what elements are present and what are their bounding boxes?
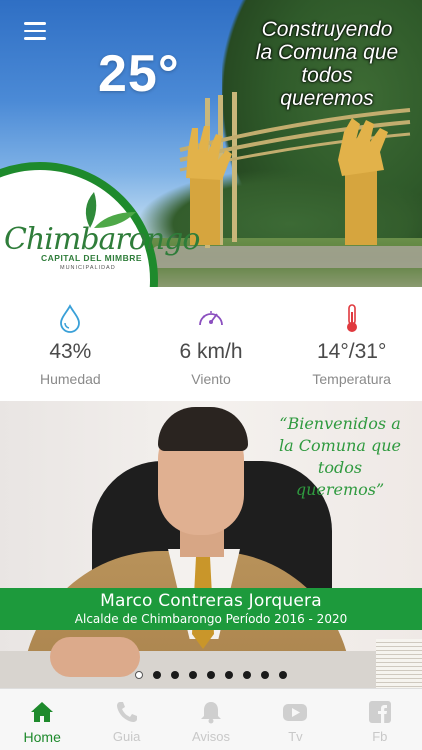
slider-dot[interactable] [261, 671, 269, 679]
mayor-banner-slider[interactable]: “Bienvenidos a la Comuna que todos quere… [0, 401, 422, 688]
weather-temperature: 14°/31° Temperatura [281, 287, 422, 401]
weather-humidity: 43% Humedad [0, 287, 141, 401]
hamburger-menu-icon[interactable] [24, 22, 48, 42]
wind-label: Viento [191, 371, 231, 387]
tab-home-label: Home [23, 729, 61, 745]
mayor-hair [158, 407, 248, 451]
humidity-label: Humedad [39, 371, 101, 387]
humidity-value: 43% [49, 340, 92, 363]
slider-dot[interactable] [279, 671, 287, 679]
slider-dot[interactable] [171, 671, 179, 679]
slogan-text: Construyendo la Comuna que todos queremo… [255, 18, 399, 110]
tab-fb[interactable]: Fb [338, 689, 422, 750]
tab-tv-label: Tv [288, 729, 303, 744]
mayor-name: Marco Contreras Jorquera [100, 591, 322, 611]
temperature-label: Temperatura [312, 371, 391, 387]
hero-header: 25° Construyendo la Comuna que todos que… [0, 0, 422, 287]
logo-name: Chimbarongo [4, 222, 200, 257]
mayor-title: Alcalde de Chimbarongo Período 2016 - 20… [74, 612, 348, 626]
tab-avisos-label: Avisos [191, 729, 231, 744]
tab-tv[interactable]: Tv [253, 689, 337, 750]
mayor-name-band: Marco Contreras Jorquera Alcalde de Chim… [0, 588, 422, 630]
temperature-range-value: 14°/31° [317, 340, 387, 363]
youtube-icon [283, 704, 308, 721]
welcome-quote: “Bienvenidos a la Comuna que todos quere… [278, 414, 402, 499]
tab-avisos[interactable]: Avisos [169, 689, 253, 750]
current-temperature: 25° [98, 45, 180, 103]
weather-wind: 6 km/h Viento [141, 287, 282, 401]
speedometer-icon [199, 311, 223, 326]
slider-dot[interactable] [153, 671, 161, 679]
slider-dot[interactable] [207, 671, 215, 679]
tab-home[interactable]: Home [0, 689, 84, 750]
wind-value: 6 km/h [179, 340, 243, 363]
bottom-tab-bar: Home Guia Avisos Tv Fb [0, 688, 422, 750]
weather-panel: 43% Humedad 6 km/h Viento 14°/31° Temper… [0, 287, 422, 401]
bell-icon [201, 702, 222, 724]
phone-icon [116, 702, 137, 722]
water-drop-icon [60, 304, 81, 333]
slider-dot[interactable] [243, 671, 251, 679]
facebook-icon [368, 701, 391, 723]
slider-dot[interactable] [135, 671, 143, 679]
slider-pagination [0, 671, 422, 679]
slider-dot[interactable] [225, 671, 233, 679]
paper-stack [376, 639, 422, 688]
logo-subtitle: CAPITAL DEL MIMBRE [41, 253, 143, 263]
tab-guia-label: Guia [112, 729, 141, 744]
tab-guia[interactable]: Guia [84, 689, 168, 750]
tab-fb-label: Fb [372, 729, 388, 744]
slider-dot[interactable] [189, 671, 197, 679]
thermometer-icon [346, 304, 357, 332]
home-icon [31, 702, 54, 722]
logo-tagline: MUNICIPALIDAD [60, 265, 116, 271]
